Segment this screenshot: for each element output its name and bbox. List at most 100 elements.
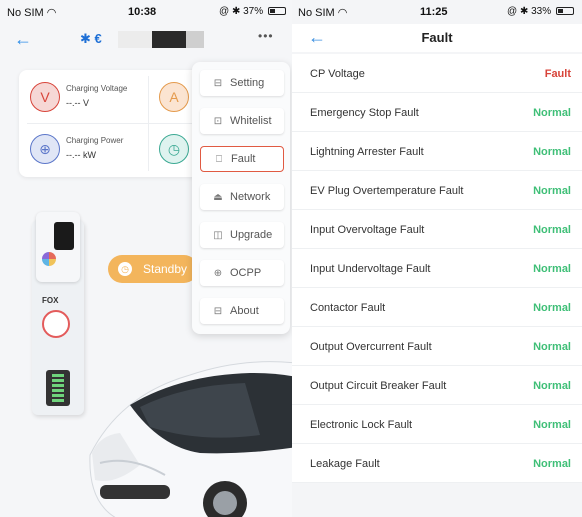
fault-name: Leakage Fault: [310, 458, 380, 470]
status-badge: ◷ Standby: [108, 255, 198, 283]
status-bar: No SIM ◠ 10:38 @ ✱ 37%: [0, 0, 292, 24]
lock-rotation-icon: @: [219, 6, 230, 17]
redacted-block: [118, 31, 152, 48]
charger-logo: FOX: [42, 296, 59, 305]
upgrade-icon: ◫: [213, 229, 223, 241]
fault-list: CP Voltage Fault Emergency Stop Fault Norma…: [292, 54, 582, 483]
fault-row: EV Plug Overtemperature Fault Normal: [292, 171, 582, 210]
fault-name: Electronic Lock Fault: [310, 419, 413, 431]
fault-icon: ⎕: [216, 153, 222, 165]
bluetooth-device-name: ✱ €: [80, 31, 102, 46]
menu-item-label: Network: [230, 191, 271, 203]
battery-icon: [555, 7, 574, 16]
fault-status: Normal: [533, 458, 571, 470]
menu-item-label: OCPP: [230, 267, 262, 279]
fault-status: Fault: [544, 68, 571, 80]
battery-percent: 37%: [243, 6, 264, 17]
menu-item-label: About: [230, 305, 259, 317]
timer-icon: ◷: [159, 134, 189, 164]
carrier-label: No SIM ◠: [7, 7, 57, 19]
battery-percent: 33%: [531, 6, 552, 17]
menu-item-upgrade[interactable]: ◫ Upgrade: [200, 222, 284, 248]
metric-value: --.-- kW: [66, 150, 96, 160]
fault-name: CP Voltage: [310, 68, 365, 80]
metric-value: --.-- V: [66, 98, 89, 108]
fault-status: Normal: [533, 107, 571, 119]
fault-screen: No SIM ◠ 11:25 @ ✱ 33% ← Fault CP Voltag…: [292, 0, 582, 517]
clock-time: 10:38: [128, 6, 157, 18]
fault-row: Leakage Fault Normal: [292, 444, 582, 483]
fault-row: Emergency Stop Fault Normal: [292, 93, 582, 132]
clock-icon: ◷: [118, 262, 132, 276]
status-bar: No SIM ◠ 11:25 @ ✱ 33%: [292, 0, 582, 24]
settings-icon: ⊟: [213, 77, 223, 89]
page-title: Fault: [421, 30, 453, 45]
redacted-block: [186, 31, 204, 48]
lock-rotation-icon: @: [507, 6, 518, 17]
dropdown-menu: ⊟ Setting ⊡ Whitelist ⎕ Fault ⏏ Network ◫ Upgrade…: [192, 62, 290, 334]
whitelist-icon: ⊡: [213, 115, 223, 127]
fault-row: Contactor Fault Normal: [292, 288, 582, 327]
fault-row: Input Overvoltage Fault Normal: [292, 210, 582, 249]
charger-socket-icon: [42, 310, 70, 338]
fault-status: Normal: [533, 380, 571, 392]
wifi-icon: ◠: [337, 7, 348, 19]
menu-item-label: Whitelist: [230, 115, 272, 127]
fault-name: Input Overvoltage Fault: [310, 224, 425, 236]
about-icon: ⊟: [213, 305, 223, 317]
bluetooth-icon: ✱: [80, 31, 91, 46]
back-arrow-icon[interactable]: ←: [14, 28, 32, 50]
status-indicators: @ ✱ 33%: [507, 6, 574, 17]
metric-charging-power: ⊕ Charging Power --.-- kW: [19, 124, 149, 177]
menu-item-label: Fault: [231, 153, 256, 165]
fault-row: Output Overcurrent Fault Normal: [292, 327, 582, 366]
menu-item-network[interactable]: ⏏ Network: [200, 184, 284, 210]
network-icon: ⏏: [213, 191, 223, 203]
fault-status: Normal: [533, 146, 571, 158]
charger-display-bar: [46, 370, 70, 406]
fault-status: Normal: [533, 341, 571, 353]
menu-item-about[interactable]: ⊟ About: [200, 298, 284, 324]
ocpp-icon: ⊕: [213, 267, 223, 279]
charger-home-screen: No SIM ◠ 10:38 @ ✱ 37% ← ✱ € ••• V Charg…: [0, 0, 292, 517]
fault-name: EV Plug Overtemperature Fault: [310, 185, 464, 197]
fault-name: Emergency Stop Fault: [310, 107, 419, 119]
color-indicator-icon: [42, 252, 56, 266]
menu-item-label: Upgrade: [230, 229, 273, 241]
fault-row: Electronic Lock Fault Normal: [292, 405, 582, 444]
more-menu-icon[interactable]: •••: [258, 29, 274, 43]
current-icon: A: [159, 82, 189, 112]
wifi-icon: ◠: [46, 7, 57, 19]
bluetooth-status-icon: ✱: [519, 6, 529, 17]
car-illustration: [89, 361, 292, 517]
menu-item-setting[interactable]: ⊟ Setting: [200, 70, 284, 96]
bluetooth-status-icon: ✱: [231, 6, 241, 17]
metric-charging-voltage: V Charging Voltage --.-- V: [19, 70, 149, 123]
fault-status: Normal: [533, 302, 571, 314]
fault-name: Output Circuit Breaker Fault: [310, 380, 447, 392]
fault-row: Output Circuit Breaker Fault Normal: [292, 366, 582, 405]
charger-screen: [54, 222, 74, 250]
menu-item-whitelist[interactable]: ⊡ Whitelist: [200, 108, 284, 134]
battery-icon: [267, 7, 286, 16]
clock-time: 11:25: [420, 6, 448, 18]
fault-status: Normal: [533, 419, 571, 431]
menu-item-ocpp[interactable]: ⊕ OCPP: [200, 260, 284, 286]
charger-head: [36, 212, 80, 282]
fault-status: Normal: [533, 185, 571, 197]
nav-bar: ← ✱ € •••: [0, 24, 292, 56]
fault-row: Lightning Arrester Fault Normal: [292, 132, 582, 171]
fault-row: Input Undervoltage Fault Normal: [292, 249, 582, 288]
nav-bar: ← Fault: [292, 24, 582, 52]
plug-icon: V: [30, 82, 60, 112]
metric-label: Charging Voltage: [66, 84, 128, 93]
fault-row: CP Voltage Fault: [292, 54, 582, 93]
carrier-label: No SIM ◠: [298, 7, 348, 19]
power-icon: ⊕: [30, 134, 60, 164]
redacted-block: [152, 31, 186, 48]
menu-item-label: Setting: [230, 77, 265, 89]
metric-label: Charging Power: [66, 136, 124, 145]
menu-item-fault[interactable]: ⎕ Fault: [200, 146, 284, 172]
status-indicators: @ ✱ 37%: [219, 6, 286, 17]
fault-name: Lightning Arrester Fault: [310, 146, 424, 158]
